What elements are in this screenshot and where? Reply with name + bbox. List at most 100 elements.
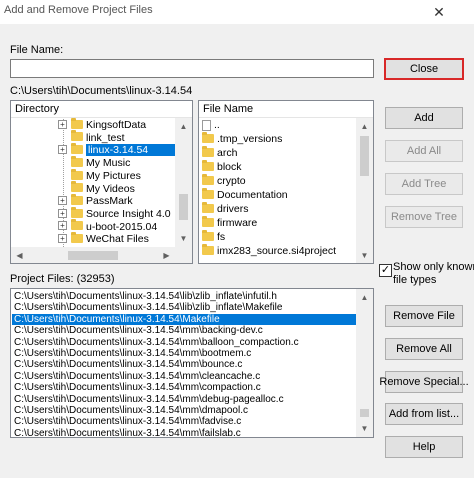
directory-item[interactable]: link_test bbox=[58, 130, 125, 145]
file-list-item-label: block bbox=[217, 161, 242, 173]
project-file-row[interactable]: C:\Users\tih\Documents\linux-3.14.54\mm\… bbox=[12, 428, 241, 437]
directory-header[interactable]: Directory bbox=[11, 101, 192, 118]
file-list-item[interactable]: drivers bbox=[202, 201, 249, 216]
remove-file-button[interactable]: Remove File bbox=[385, 305, 463, 327]
directory-item-label: link_test bbox=[86, 131, 125, 144]
folder-icon bbox=[71, 130, 83, 142]
directory-item[interactable]: My Videos bbox=[58, 181, 135, 196]
file-list-items: .. .tmp_versions arch block crypto Documentat… bbox=[199, 119, 357, 263]
scroll-down-icon[interactable]: ▼ bbox=[175, 230, 192, 247]
expand-icon[interactable]: + bbox=[58, 234, 67, 244]
directory-item-label: Source Insight 4.0 bbox=[86, 207, 171, 220]
directory-item[interactable]: + linux-3.14.54 bbox=[58, 143, 179, 157]
directory-item[interactable]: + WeChat Files bbox=[58, 232, 149, 246]
folder-icon bbox=[71, 232, 83, 244]
add-from-list-button[interactable]: Add from list... bbox=[385, 403, 463, 425]
file-icon bbox=[202, 119, 211, 131]
file-name-value bbox=[11, 62, 14, 74]
scroll-up-icon[interactable]: ▲ bbox=[356, 118, 373, 135]
file-list[interactable]: File Name .. .tmp_versions arch block crypto… bbox=[198, 100, 374, 264]
directory-item[interactable]: + PassMark bbox=[58, 193, 133, 208]
scroll-right-icon[interactable]: ▶ bbox=[158, 247, 175, 263]
file-list-item[interactable]: .. bbox=[202, 119, 220, 132]
expand-icon[interactable]: + bbox=[58, 119, 67, 129]
file-list-item-label: .tmp_versions bbox=[217, 133, 283, 145]
project-files-items: C:\Users\tih\Documents\linux-3.14.54\lib… bbox=[11, 291, 357, 437]
project-file-row[interactable]: C:\Users\tih\Documents\linux-3.14.54\mm\… bbox=[12, 359, 242, 370]
project-file-row[interactable]: C:\Users\tih\Documents\linux-3.14.54\mm\… bbox=[12, 416, 241, 427]
project-file-path: C:\Users\tih\Documents\linux-3.14.54\mm\… bbox=[14, 370, 261, 382]
file-list-item[interactable]: crypto bbox=[202, 173, 246, 188]
project-file-row[interactable]: C:\Users\tih\Documents\linux-3.14.54\mm\… bbox=[12, 348, 251, 359]
folder-icon bbox=[71, 117, 83, 129]
file-list-item[interactable]: Documentation bbox=[202, 187, 288, 202]
window-close-icon[interactable]: ✕ bbox=[404, 0, 474, 24]
help-button[interactable]: Help bbox=[385, 436, 463, 458]
current-path: C:\Users\tih\Documents\linux-3.14.54 bbox=[10, 85, 193, 97]
folder-icon bbox=[202, 131, 214, 143]
file-list-item[interactable]: fs bbox=[202, 229, 225, 244]
folder-icon bbox=[202, 145, 214, 157]
project-file-row[interactable]: C:\Users\tih\Documents\linux-3.14.54\mm\… bbox=[12, 337, 299, 348]
remove-tree-button[interactable]: Remove Tree bbox=[385, 206, 463, 228]
file-list-vscroll[interactable]: ▲ ▼ bbox=[356, 118, 373, 263]
scroll-left-icon[interactable]: ◀ bbox=[11, 247, 28, 263]
project-file-row[interactable]: C:\Users\tih\Documents\linux-3.14.54\mm\… bbox=[12, 371, 260, 382]
folder-icon bbox=[202, 201, 214, 213]
project-files-vscroll[interactable]: ▲ ▼ bbox=[356, 289, 373, 437]
project-file-path: C:\Users\tih\Documents\linux-3.14.54\mm\… bbox=[14, 325, 263, 337]
folder-icon bbox=[71, 168, 83, 180]
directory-vscroll-thumb[interactable] bbox=[179, 194, 188, 220]
directory-item[interactable]: My Music bbox=[58, 155, 131, 170]
directory-hscroll-thumb[interactable] bbox=[68, 251, 118, 260]
project-file-row[interactable]: C:\Users\tih\Documents\linux-3.14.54\mm\… bbox=[12, 394, 284, 405]
scroll-up-icon[interactable]: ▲ bbox=[175, 118, 192, 135]
directory-tree[interactable]: Directory + KingsoftData link_test + linux-3… bbox=[10, 100, 193, 264]
remove-special-button[interactable]: Remove Special... bbox=[379, 371, 469, 393]
directory-hscroll[interactable]: ◀ ▶ bbox=[11, 247, 192, 263]
remove-all-button[interactable]: Remove All bbox=[385, 338, 463, 360]
project-file-row[interactable]: C:\Users\tih\Documents\linux-3.14.54\lib… bbox=[12, 291, 277, 302]
show-known-label-2: file types bbox=[393, 274, 437, 286]
project-file-path: C:\Users\tih\Documents\linux-3.14.54\mm\… bbox=[14, 393, 284, 405]
project-file-row[interactable]: C:\Users\tih\Documents\linux-3.14.54\mm\… bbox=[12, 405, 248, 416]
expand-icon[interactable]: + bbox=[58, 145, 67, 155]
directory-item-label: linux-3.14.54 bbox=[86, 144, 179, 157]
project-file-row[interactable]: C:\Users\tih\Documents\linux-3.14.54\mm\… bbox=[12, 325, 263, 336]
file-list-vscroll-thumb[interactable] bbox=[360, 136, 369, 176]
add-all-button[interactable]: Add All bbox=[385, 140, 463, 162]
folder-icon bbox=[71, 193, 83, 205]
file-list-item[interactable]: arch bbox=[202, 145, 237, 160]
folder-icon bbox=[202, 159, 214, 171]
directory-vscroll[interactable]: ▲ ▼ bbox=[175, 118, 192, 247]
directory-item-label: u-boot-2015.04 bbox=[86, 220, 158, 233]
scroll-up-icon[interactable]: ▲ bbox=[356, 289, 373, 306]
add-button[interactable]: Add bbox=[385, 107, 463, 129]
file-list-item[interactable]: block bbox=[202, 159, 242, 174]
file-list-item-label: drivers bbox=[217, 203, 249, 215]
file-name-input[interactable] bbox=[10, 59, 374, 78]
expand-icon[interactable]: + bbox=[58, 195, 67, 205]
scroll-down-icon[interactable]: ▼ bbox=[356, 420, 373, 437]
add-tree-button[interactable]: Add Tree bbox=[385, 173, 463, 195]
file-list-item[interactable]: .tmp_versions bbox=[202, 131, 283, 146]
project-file-path: C:\Users\tih\Documents\linux-3.14.54\Mak… bbox=[14, 313, 220, 325]
directory-tree-items: + KingsoftData link_test + linux-3.14.54 My M… bbox=[11, 117, 179, 247]
checkmark-icon: ✓ bbox=[380, 264, 391, 276]
file-list-item[interactable]: firmware bbox=[202, 215, 257, 230]
directory-item-label: My Music bbox=[86, 157, 131, 170]
scroll-down-icon[interactable]: ▼ bbox=[356, 247, 373, 263]
project-files-list[interactable]: C:\Users\tih\Documents\linux-3.14.54\lib… bbox=[10, 288, 374, 438]
show-known-checkbox[interactable]: ✓ bbox=[379, 264, 392, 277]
expand-icon[interactable]: + bbox=[58, 221, 67, 231]
file-list-item[interactable]: imx283_source.si4project bbox=[202, 243, 336, 258]
expand-icon[interactable]: + bbox=[58, 208, 67, 218]
project-file-row[interactable]: C:\Users\tih\Documents\linux-3.14.54\Mak… bbox=[12, 313, 356, 325]
project-file-row[interactable]: C:\Users\tih\Documents\linux-3.14.54\lib… bbox=[12, 302, 282, 313]
file-list-header[interactable]: File Name bbox=[199, 101, 373, 118]
project-file-path: C:\Users\tih\Documents\linux-3.14.54\mm\… bbox=[14, 416, 242, 428]
close-button[interactable]: Close bbox=[384, 58, 464, 80]
project-file-row[interactable]: C:\Users\tih\Documents\linux-3.14.54\mm\… bbox=[12, 382, 261, 393]
project-files-vscroll-thumb[interactable] bbox=[360, 409, 369, 417]
